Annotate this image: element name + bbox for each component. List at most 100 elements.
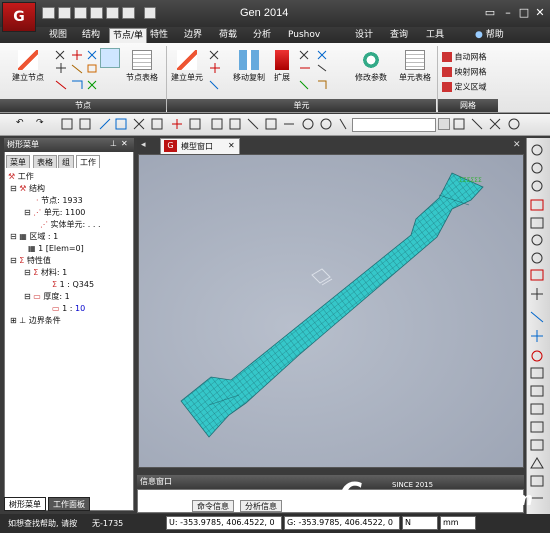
tab-tree-menu[interactable]: 树形菜单 bbox=[4, 497, 46, 511]
structure-icon: ⚒ bbox=[19, 184, 27, 193]
tree-elements[interactable]: ⊟ ⋰ 单元: 1100 bbox=[24, 208, 85, 218]
pencil-icon bbox=[177, 50, 197, 70]
menu-analysis[interactable]: 分析 bbox=[250, 28, 274, 43]
watermark-url: www.jdcui.com bbox=[380, 489, 533, 510]
map-mesh-button[interactable]: 映射网格 bbox=[442, 67, 487, 78]
model-viewport[interactable]: ΣΣΣΣΣΣ bbox=[138, 154, 524, 468]
menu-query[interactable]: 查询 bbox=[387, 28, 411, 43]
tab-menu[interactable]: 菜单 bbox=[6, 155, 30, 168]
element-tool-icons bbox=[208, 48, 230, 94]
tree-thickness-item[interactable]: ▭ 1 : 10 bbox=[52, 304, 85, 314]
element-small-icons bbox=[209, 50, 220, 90]
menu-structure[interactable]: 结构 bbox=[79, 28, 103, 43]
domain-item-icon: ▦ bbox=[28, 244, 36, 253]
panel-close-icon[interactable]: ✕ bbox=[121, 139, 128, 148]
tree-boundary[interactable]: ⊞ ⊥ 边界条件 bbox=[10, 316, 61, 326]
help-button[interactable]: ● 帮助 bbox=[472, 28, 507, 43]
preview-icon[interactable] bbox=[122, 7, 135, 19]
status-help: 如想查找帮助, 请按 bbox=[8, 519, 78, 528]
quick-access-dropdown-icon[interactable] bbox=[144, 7, 156, 19]
ucs-coordinates: U: -353.9785, 406.4522, 0 bbox=[166, 516, 282, 530]
tab-close-icon[interactable]: ✕ bbox=[228, 141, 235, 150]
window-close-icon[interactable]: ✕ bbox=[513, 140, 521, 150]
modify-icon bbox=[361, 50, 381, 70]
toolbar-icons bbox=[61, 118, 347, 130]
tree-solid[interactable]: ⋰ 实体单元: . . . bbox=[40, 220, 101, 230]
menu-properties[interactable]: 特性 bbox=[147, 28, 171, 43]
create-element-button[interactable]: 建立单元 bbox=[170, 50, 204, 83]
menu-pushover[interactable]: Pushov bbox=[285, 28, 323, 43]
length-unit-select[interactable]: mm bbox=[440, 516, 476, 530]
extend-button[interactable]: 扩展 bbox=[270, 50, 294, 83]
pin-icon[interactable]: ⊥ bbox=[110, 139, 117, 148]
tree-work[interactable]: ⚒ 工作 bbox=[8, 172, 34, 182]
tree-material[interactable]: ⊟ Σ 材料: 1 bbox=[24, 268, 67, 278]
print-icon[interactable] bbox=[106, 7, 119, 19]
tree-material-item[interactable]: Σ 1 : Q345 bbox=[52, 280, 94, 290]
status-element: 无-1735 bbox=[92, 519, 124, 528]
force-unit-select[interactable]: N bbox=[402, 516, 438, 530]
redo-icon[interactable]: ↷ bbox=[36, 118, 48, 130]
menu-tools[interactable]: 工具 bbox=[423, 28, 447, 43]
specimen-mesh bbox=[180, 172, 484, 438]
minimize-icon[interactable]: – bbox=[500, 6, 516, 20]
close-icon[interactable]: ✕ bbox=[532, 6, 548, 20]
tree-properties[interactable]: ⊟ Σ 特性值 bbox=[10, 256, 51, 266]
toolbar-right-icons bbox=[453, 118, 520, 130]
new-file-icon[interactable] bbox=[42, 7, 55, 19]
tab-scroll-left-icon[interactable]: ◂ bbox=[141, 140, 146, 150]
window-title: Gen 2014 bbox=[240, 7, 289, 19]
selection-combo[interactable] bbox=[352, 118, 436, 132]
move-copy-button[interactable]: 移动复制 bbox=[232, 50, 266, 83]
tab-work-panel[interactable]: 工作面板 bbox=[48, 497, 90, 511]
open-file-icon[interactable] bbox=[58, 7, 71, 19]
menu-design[interactable]: 设计 bbox=[352, 28, 376, 43]
menu-node-element[interactable]: 节点/单 bbox=[109, 28, 148, 43]
tree-thickness[interactable]: ⊟ ▭ 厚度: 1 bbox=[24, 292, 70, 302]
material-item-icon: Σ bbox=[52, 280, 58, 289]
select-node-icon[interactable] bbox=[100, 48, 120, 68]
maximize-icon[interactable]: □ bbox=[516, 6, 532, 20]
collapse-icon: ⊟ bbox=[24, 208, 31, 217]
tree-domain[interactable]: ⊟ ▦ 区域 : 1 bbox=[10, 232, 58, 242]
help-icon: ● bbox=[475, 30, 486, 40]
open-folder-icon[interactable] bbox=[74, 7, 87, 19]
domain-icon: ▦ bbox=[19, 232, 27, 241]
menu-view[interactable]: 视图 bbox=[46, 28, 70, 43]
watermark: C SINCE 2015 www.jdcui.com bbox=[340, 477, 550, 517]
combo-dropdown-icon[interactable] bbox=[438, 118, 450, 130]
modify-params-button[interactable]: 修改参数 bbox=[352, 50, 390, 83]
node-icon: · bbox=[36, 196, 39, 205]
node-table-button[interactable]: 节点表格 bbox=[122, 50, 162, 83]
menu-load[interactable]: 荷载 bbox=[216, 28, 240, 43]
expand-icon: ⊞ bbox=[10, 316, 17, 325]
app-logo[interactable]: G bbox=[2, 2, 36, 32]
tab-analysis-info[interactable]: 分析信息 bbox=[240, 500, 282, 512]
auto-mesh-button[interactable]: 自动网格 bbox=[442, 52, 487, 63]
tab-command-info[interactable]: 命令信息 bbox=[192, 500, 234, 512]
tree-structure[interactable]: ⊟ ⚒ 结构 bbox=[10, 184, 45, 194]
menu-boundary[interactable]: 边界 bbox=[181, 28, 205, 43]
element-icon: ⋰ bbox=[33, 208, 42, 217]
model-window-icon: G bbox=[164, 140, 177, 152]
undo-icon[interactable]: ↶ bbox=[16, 118, 28, 130]
tab-table[interactable]: 表格 bbox=[33, 155, 57, 168]
create-node-button[interactable]: 建立节点 bbox=[8, 50, 48, 83]
tab-group[interactable]: 组 bbox=[58, 155, 74, 168]
tree-domain-item[interactable]: ▦ 1 [Elem=0] bbox=[28, 244, 84, 254]
watermark-since: SINCE 2015 bbox=[392, 481, 434, 489]
save-icon[interactable] bbox=[90, 7, 103, 19]
boundary-icon: ⊥ bbox=[19, 316, 27, 325]
table-icon bbox=[405, 50, 425, 70]
tree-nodes[interactable]: · 节点: 1933 bbox=[36, 196, 83, 206]
group-label-node: 节点 bbox=[0, 99, 166, 112]
element-table-button[interactable]: 单元表格 bbox=[395, 50, 435, 83]
collapse-icon: ⊟ bbox=[10, 184, 17, 193]
tab-work[interactable]: 工作 bbox=[76, 155, 100, 168]
define-region-button[interactable]: 定义区域 bbox=[442, 82, 487, 93]
collapse-icon: ⊟ bbox=[10, 256, 17, 265]
material-icon: Σ bbox=[33, 268, 39, 277]
collapse-icon: ⊟ bbox=[24, 292, 31, 301]
restore-icon[interactable]: ▭ bbox=[482, 6, 498, 20]
collapse-icon: ⊟ bbox=[24, 268, 31, 277]
